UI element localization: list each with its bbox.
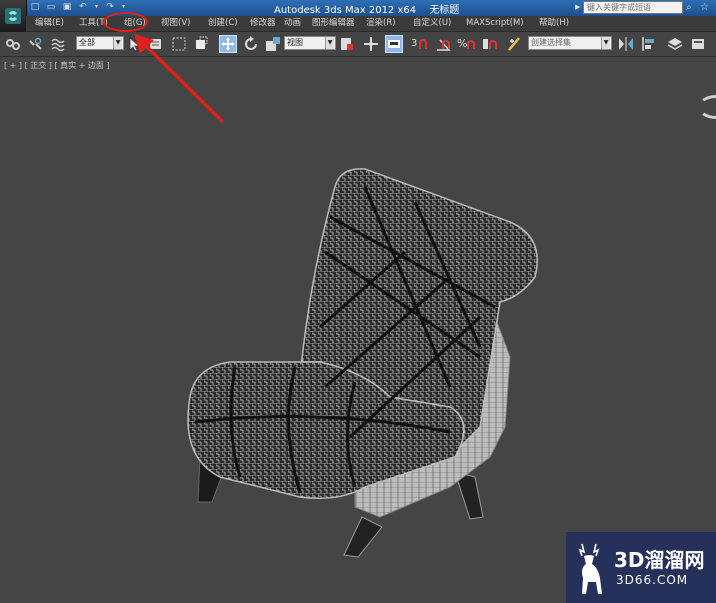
undo-icon[interactable]: ↶ (78, 2, 88, 12)
menu-maxscript[interactable]: MAXScript(M) (466, 17, 524, 30)
menu-help[interactable]: 帮助(H) (539, 17, 569, 30)
redo-dropdown-icon[interactable]: ▾ (121, 2, 126, 12)
edit-named-selection-icon[interactable] (506, 35, 524, 53)
menu-rendering[interactable]: 渲染(R) (366, 17, 396, 30)
perspective-viewport[interactable]: [ + ] [ 正交 ] [ 真实 + 边面 ] (0, 57, 716, 603)
viewport-label[interactable]: [ + ] [ 正交 ] [ 真实 + 边面 ] (4, 60, 110, 71)
deer-logo-icon (578, 543, 602, 594)
3dsmax-logo-icon (5, 8, 21, 24)
watermark-brand: 3D溜溜网 (614, 548, 705, 572)
svg-text:%: % (457, 37, 467, 50)
select-and-scale-icon[interactable] (264, 35, 282, 53)
app-name: Autodesk 3ds Max 2012 x64 (274, 5, 417, 16)
svg-text:3: 3 (411, 38, 417, 49)
select-and-rotate-icon[interactable] (242, 35, 260, 53)
selection-filter-dropdown[interactable]: 全部 ▼ (76, 36, 124, 50)
new-file-icon[interactable]: □ (30, 2, 40, 12)
watermark: 3D溜溜网 3D66.COM (566, 532, 716, 603)
search-input[interactable] (583, 1, 683, 14)
menu-modifiers[interactable]: 修改器 (250, 17, 276, 30)
snaps-toggle-icon[interactable]: 3 (410, 35, 428, 53)
redo-icon[interactable]: ↷ (105, 2, 115, 12)
save-icon[interactable]: ▣ (62, 2, 72, 12)
graphite-modeling-tools-icon[interactable] (690, 35, 708, 53)
red-arrow-annotation (134, 34, 225, 124)
search-icon[interactable]: ⌕ (686, 2, 698, 14)
title-bar: □ ▭ ▣ ↶ ▾ ↷ ▾ Autodesk 3ds Max 2012 x64 … (0, 0, 716, 16)
reference-coordinate-value: 视图 (287, 38, 303, 47)
menu-edit[interactable]: 编辑(E) (35, 17, 64, 30)
percent-snap-icon[interactable]: % (457, 35, 475, 53)
layer-manager-icon[interactable] (666, 35, 684, 53)
viewcube-icon[interactable] (698, 95, 716, 119)
reference-coordinate-dropdown[interactable]: 视图 ▼ (284, 36, 336, 50)
pivot-center-icon[interactable] (338, 35, 356, 53)
app-menu-button[interactable] (0, 0, 27, 32)
menu-graph-editors[interactable]: 图形编辑器 (312, 17, 355, 30)
align-icon[interactable] (640, 35, 658, 53)
menu-customize[interactable]: 自定义(U) (413, 17, 451, 30)
undo-dropdown-icon[interactable]: ▾ (94, 2, 99, 12)
mirror-icon[interactable] (617, 35, 635, 53)
watermark-domain: 3D66.COM (616, 573, 689, 587)
file-name: 无标题 (429, 5, 460, 16)
search-expand-icon[interactable]: ▶ (575, 3, 580, 11)
bind-to-space-warp-icon[interactable] (50, 35, 68, 53)
3ds-max-window: □ ▭ ▣ ↶ ▾ ↷ ▾ Autodesk 3ds Max 2012 x64 … (0, 0, 716, 603)
select-and-manipulate-icon[interactable] (362, 35, 380, 53)
chevron-down-icon: ▼ (601, 37, 610, 49)
chair-wireframe-model[interactable] (150, 157, 550, 577)
keyboard-shortcut-override-icon[interactable] (385, 35, 403, 53)
menu-animation[interactable]: 动画 (284, 17, 301, 30)
select-and-link-icon[interactable] (4, 35, 22, 53)
open-file-icon[interactable]: ▭ (46, 2, 56, 12)
spinner-snap-icon[interactable] (480, 35, 498, 53)
selection-filter-value: 全部 (79, 38, 95, 47)
named-selection-set-dropdown[interactable]: 创建选择集 ▼ (528, 36, 612, 50)
quick-access-toolbar: □ ▭ ▣ ↶ ▾ ↷ ▾ (30, 2, 126, 14)
unlink-selection-icon[interactable] (27, 35, 45, 53)
angle-snap-icon[interactable] (434, 35, 452, 53)
main-toolbar: 全部 ▼ 视图 ▼ 3 % 创建选择集 ▼ (0, 32, 716, 57)
chevron-down-icon: ▼ (325, 37, 334, 49)
window-title: Autodesk 3ds Max 2012 x64 无标题 (274, 1, 469, 16)
named-selection-set-value: 创建选择集 (531, 38, 571, 47)
favorites-icon[interactable]: ☆ (700, 2, 712, 14)
